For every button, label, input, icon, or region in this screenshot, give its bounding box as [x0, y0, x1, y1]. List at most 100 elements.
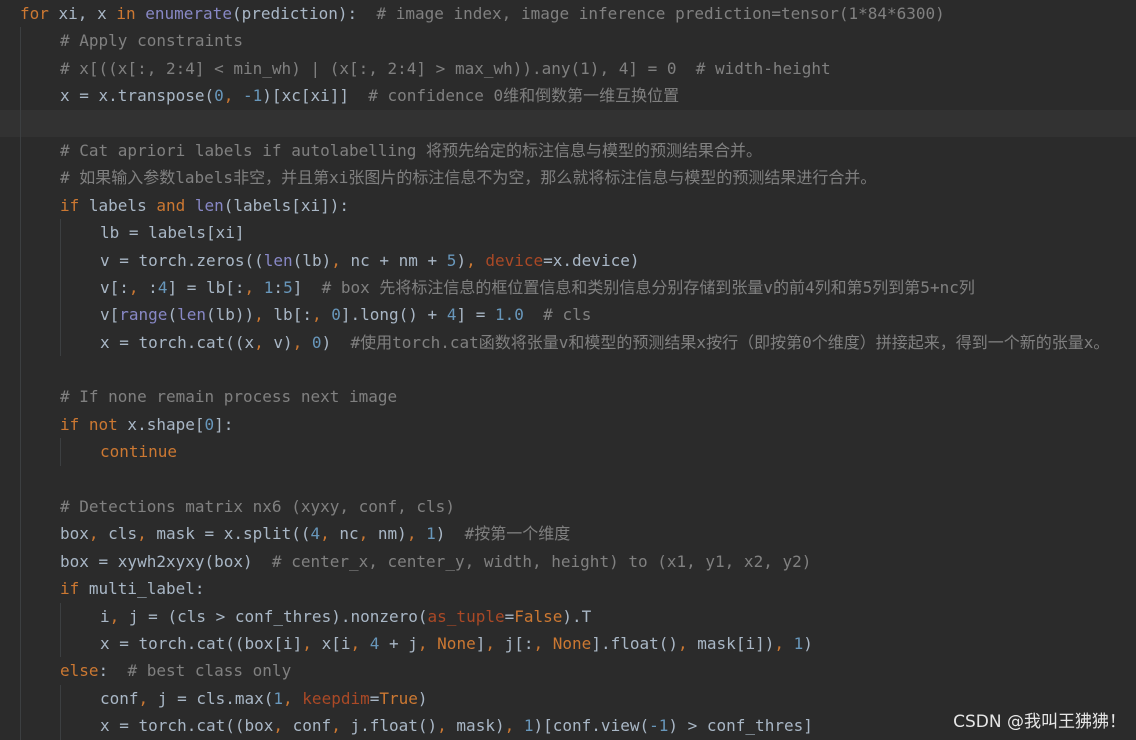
code-token: 1	[426, 524, 436, 544]
indent-guide	[20, 465, 21, 494]
code-text: if multi_label:	[60, 575, 205, 602]
code-token: )	[417, 688, 428, 708]
indent-guide	[20, 547, 21, 576]
code-line[interactable]: x = torch.cat((x, v), 0) #使用torch.cat函数将…	[0, 328, 1136, 357]
code-token: x.shape[	[117, 414, 205, 434]
code-token: as_tuple	[427, 606, 505, 626]
code-text: box, cls, mask = x.split((4, nc, nm), 1)…	[60, 520, 570, 547]
indent-guide	[20, 602, 21, 630]
code-token: ,	[358, 524, 378, 544]
code-line[interactable]: box, cls, mask = x.split((4, nc, nm), 1)…	[0, 520, 1136, 548]
code-token: v[	[100, 305, 120, 325]
indent-guide	[20, 246, 21, 274]
code-token: x = torch.cat((box[i]	[100, 633, 303, 653]
code-token: :	[148, 277, 158, 297]
code-token: j = cls.max(	[157, 688, 274, 708]
code-token: mask)	[456, 716, 505, 736]
code-token: labels	[79, 195, 157, 215]
code-token: + j	[379, 633, 418, 653]
code-line[interactable]: x = x.transpose(0, -1)[xc[xi]] # confide…	[0, 82, 1136, 110]
code-token: ,	[417, 633, 438, 653]
code-line[interactable]: # Apply constraints	[0, 27, 1136, 55]
indent-guide	[60, 246, 61, 274]
code-editor[interactable]: for xi, x in enumerate(prediction): # im…	[0, 0, 1136, 740]
code-line[interactable]: continue	[0, 438, 1136, 466]
code-token: (prediction):	[231, 4, 377, 23]
code-line[interactable]: for xi, x in enumerate(prediction): # im…	[0, 0, 1136, 27]
code-token: 0	[214, 86, 224, 106]
code-token: i	[100, 606, 110, 626]
indent-guide	[20, 54, 21, 83]
code-line[interactable]: i, j = (cls > conf_thres).nonzero(as_tup…	[0, 602, 1136, 630]
code-text: # x[((x[:, 2:4] < min_wh) | (x[:, 2:4] >…	[60, 55, 831, 82]
code-token: ,	[283, 688, 303, 708]
indent-guide	[20, 191, 21, 220]
code-line[interactable]	[0, 465, 1136, 494]
code-token: len	[194, 195, 224, 215]
code-token: j = (cls > conf_thres).nonzero(	[128, 606, 428, 626]
code-token: (labels[xi]):	[223, 195, 350, 215]
code-token: range	[119, 305, 168, 325]
code-token: 1	[523, 716, 534, 736]
code-line[interactable]	[0, 356, 1136, 384]
code-text: # If none remain process next image	[60, 383, 397, 410]
code-text: # 如果输入参数labels非空，并且第xi张图片的标注信息不为空，那么就将标注…	[60, 164, 876, 191]
code-line[interactable]: lb = labels[xi]	[0, 219, 1136, 247]
code-line[interactable]: else: # best class only	[0, 657, 1136, 685]
indent-guide	[20, 629, 21, 658]
code-token: :	[98, 661, 128, 681]
code-token: 1	[263, 277, 274, 297]
code-line[interactable]: v[range(len(lb)), lb[:, 0].long() + 4] =…	[0, 301, 1136, 329]
code-line[interactable]: # x[((x[:, 2:4] < min_wh) | (x[:, 2:4] >…	[0, 54, 1136, 83]
code-token: ]	[475, 633, 486, 653]
code-text: x = torch.cat((x, v), 0) #使用torch.cat函数将…	[100, 329, 1109, 356]
code-token: conf	[292, 716, 332, 736]
code-token: :	[273, 277, 284, 297]
code-token: # Apply constraints	[60, 31, 244, 51]
code-token: keepdim	[302, 688, 370, 708]
code-line[interactable]: v = torch.zeros((len(lb), nc + nm + 5), …	[0, 246, 1136, 274]
code-line[interactable]: if not x.shape[0]:	[0, 410, 1136, 439]
code-token: 4	[157, 277, 168, 297]
code-token: lb = labels[xi]	[100, 223, 245, 243]
code-token: True	[379, 688, 418, 708]
code-token: ,	[109, 606, 129, 626]
code-token: ,	[244, 277, 264, 297]
code-area[interactable]: for xi, x in enumerate(prediction): # im…	[0, 0, 1136, 740]
code-line[interactable]: # If none remain process next image	[0, 383, 1136, 411]
code-token: j[:	[504, 633, 534, 653]
code-line[interactable]: # Cat apriori labels if autolabelling 将预…	[0, 136, 1136, 165]
code-line[interactable]: x = torch.cat((box[i], x[i, 4 + j, None]…	[0, 629, 1136, 658]
code-token: nm)	[377, 524, 407, 544]
code-line[interactable]	[0, 109, 1136, 137]
code-token: device	[485, 250, 544, 270]
code-token: ,	[254, 332, 274, 352]
code-line[interactable]: if multi_label:	[0, 575, 1136, 603]
code-line[interactable]: if labels and len(labels[xi]):	[0, 191, 1136, 220]
code-line[interactable]: box = xywh2xyxy(box) # center_x, center_…	[0, 547, 1136, 576]
code-text: v[range(len(lb)), lb[:, 0].long() + 4] =…	[100, 301, 591, 328]
code-token: else	[60, 661, 99, 681]
code-token: # 如果输入参数labels非空，并且第xi张图片的标注信息不为空，那么就将标注…	[60, 168, 877, 188]
code-line[interactable]: v[:, :4] = lb[:, 1:5] # box 先将标注信息的框位置信息…	[0, 273, 1136, 302]
indent-guide	[20, 328, 21, 357]
code-text: for xi, x in enumerate(prediction): # im…	[20, 0, 945, 27]
code-text: x = torch.cat((box[i], x[i, 4 + j, None]…	[100, 630, 813, 657]
indent-guide	[60, 602, 61, 630]
code-token: 4	[369, 633, 380, 653]
code-token: ,	[504, 716, 524, 736]
code-text: x = x.transpose(0, -1)[xc[xi]] # confide…	[60, 82, 679, 109]
code-line[interactable]: # Detections matrix nx6 (xyxy, conf, cls…	[0, 493, 1136, 521]
code-text: else: # best class only	[60, 657, 291, 684]
code-token: # box 先将标注信息的框位置信息和类别信息分别存储到张量v的前4列和第5列到…	[321, 277, 975, 297]
code-token: ,	[466, 250, 486, 270]
code-token: ,	[437, 716, 457, 736]
code-line[interactable]: # 如果输入参数labels非空，并且第xi张图片的标注信息不为空，那么就将标注…	[0, 164, 1136, 192]
code-token: 1	[273, 688, 284, 708]
code-token: v[:	[100, 277, 129, 297]
code-token: # confidence 0维和倒数第一维互换位置	[368, 86, 680, 106]
indent-guide	[20, 82, 21, 110]
code-token: x[i	[321, 633, 351, 653]
